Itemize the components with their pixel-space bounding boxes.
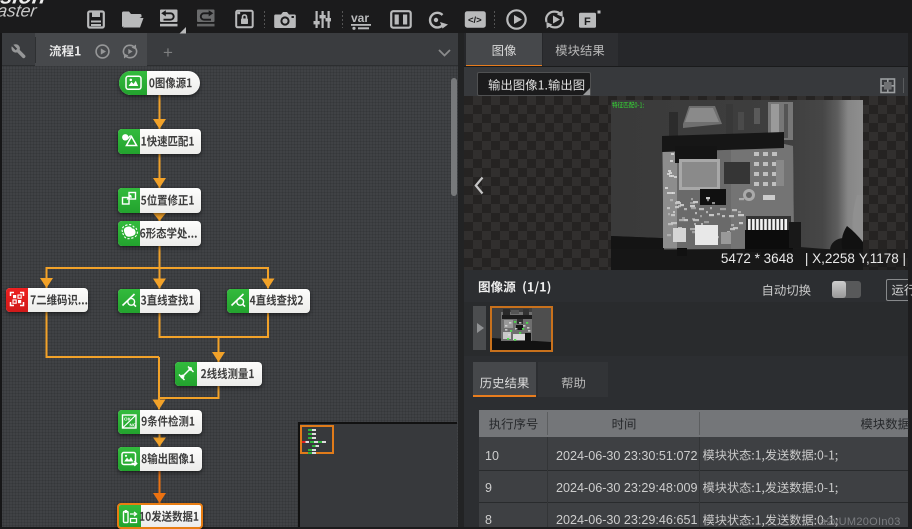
svg-text:OK: OK	[124, 416, 132, 421]
svg-text:var: var	[351, 11, 369, 25]
svg-text:</>: </>	[468, 15, 482, 26]
svg-text:NG: NG	[130, 422, 137, 427]
svg-text:F: F	[584, 16, 591, 28]
